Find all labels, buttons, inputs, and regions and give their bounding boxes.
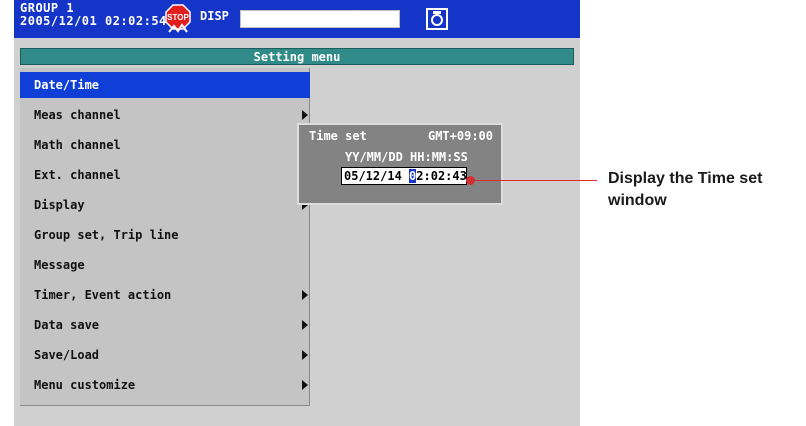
- menu-item[interactable]: Ext. channel: [20, 162, 310, 188]
- menu-item[interactable]: Data save: [20, 312, 310, 338]
- current-datetime: 2005/12/01 02:02:54: [20, 14, 167, 28]
- menu-item[interactable]: Group set, Trip line: [20, 222, 310, 248]
- time-value-prefix: 05/12/14: [344, 169, 410, 183]
- submenu-arrow-icon: [302, 290, 308, 300]
- menu-item-label: Math channel: [34, 138, 121, 152]
- display-interval: 10min: [334, 10, 371, 24]
- menu-item-label: Meas channel: [34, 108, 121, 122]
- display-scale-bar: [240, 10, 400, 28]
- stop-recording-icon: STOP: [165, 4, 191, 33]
- status-bar: GROUP 1 2005/12/01 02:02:54 STOP DISP 10…: [14, 0, 580, 38]
- submenu-arrow-icon: [302, 110, 308, 120]
- menu-item[interactable]: Menu customize: [20, 372, 310, 398]
- menu-item-label: Data save: [34, 318, 100, 332]
- menu-title: Setting menu: [20, 48, 574, 65]
- menu-item-label: Timer, Event action: [34, 288, 172, 302]
- recorder-screen: GROUP 1 2005/12/01 02:02:54 STOP DISP 10…: [14, 0, 580, 426]
- submenu-arrow-icon: [302, 350, 308, 360]
- submenu-arrow-icon: [302, 380, 308, 390]
- menu-item[interactable]: Save/Load: [20, 342, 310, 368]
- time-set-title: Time set: [309, 129, 367, 143]
- menu-item[interactable]: Meas channel: [20, 102, 310, 128]
- menu-item-label: Display: [34, 198, 85, 212]
- menu-item[interactable]: Math channel: [20, 132, 310, 158]
- menu-item-label: Date/Time: [34, 78, 100, 92]
- time-set-window: Time set GMT+09:00 YY/MM/DD HH:MM:SS 05/…: [297, 123, 503, 205]
- snapshot-icon[interactable]: [426, 8, 448, 30]
- time-value-field[interactable]: 05/12/14 02:02:43: [341, 167, 467, 185]
- menu-item-label: Ext. channel: [34, 168, 121, 182]
- submenu-arrow-icon: [302, 320, 308, 330]
- svg-text:STOP: STOP: [167, 13, 189, 22]
- menu-item[interactable]: Message: [20, 252, 310, 278]
- menu-item[interactable]: Timer, Event action: [20, 282, 310, 308]
- menu-item-label: Group set, Trip line: [34, 228, 179, 242]
- time-format-label: YY/MM/DD HH:MM:SS: [345, 150, 468, 164]
- menu-item[interactable]: Date/Time: [20, 72, 310, 98]
- menu-item-label: Save/Load: [34, 348, 100, 362]
- menu-item-label: Message: [34, 258, 85, 272]
- time-value-suffix: 2:02:43: [416, 169, 467, 183]
- callout-line: [472, 180, 597, 181]
- time-zone-label: GMT+09:00: [427, 129, 493, 143]
- callout-text: Display the Time set window: [608, 170, 763, 209]
- menu-item[interactable]: Display: [20, 192, 310, 218]
- menu-item-label: Menu customize: [34, 378, 136, 392]
- display-mode-label: DISP: [200, 9, 229, 23]
- setting-menu: Date/Time Meas channel Math channel Ext. ch…: [20, 68, 310, 406]
